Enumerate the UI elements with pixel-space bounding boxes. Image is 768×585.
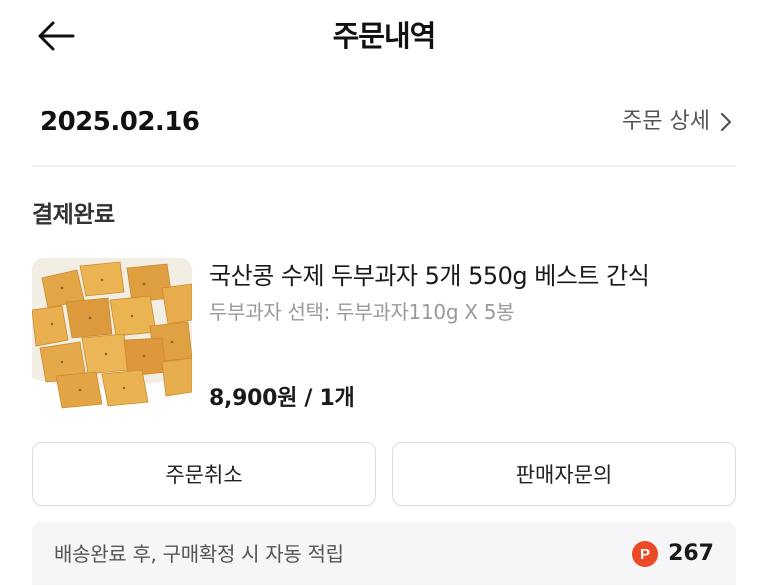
order-date: 2025.02.16 <box>40 107 200 137</box>
points-amount: P 267 <box>632 536 714 572</box>
divider <box>32 165 736 167</box>
cancel-order-button[interactable]: 주문취소 <box>32 442 376 506</box>
order-status: 결제완료 <box>32 202 115 228</box>
points-banner: 배송완료 후, 구매확정 시 자동 적립 P 267 <box>32 522 736 585</box>
chevron-right-icon <box>720 112 732 132</box>
product-name[interactable]: 국산콩 수제 두부과자 5개 550g 베스트 간식 <box>209 259 650 293</box>
page-title: 주문내역 <box>332 19 437 53</box>
product-image[interactable] <box>32 258 192 418</box>
seller-inquiry-button[interactable]: 판매자문의 <box>392 442 736 506</box>
tofu-snack-photo <box>32 258 192 418</box>
point-icon: P <box>632 541 659 567</box>
points-description: 배송완료 후, 구매확정 시 자동 적립 <box>54 542 344 566</box>
order-detail-link[interactable]: 주문 상세 <box>622 105 732 139</box>
product-option: 두부과자 선택: 두부과자110g X 5봉 <box>209 300 515 324</box>
points-value: 267 <box>668 541 714 566</box>
product-price: 8,900원 / 1개 <box>209 386 355 411</box>
header: 주문내역 <box>0 0 768 72</box>
order-date-row: 2025.02.16 주문 상세 <box>0 95 768 151</box>
order-detail-label: 주문 상세 <box>622 109 710 134</box>
